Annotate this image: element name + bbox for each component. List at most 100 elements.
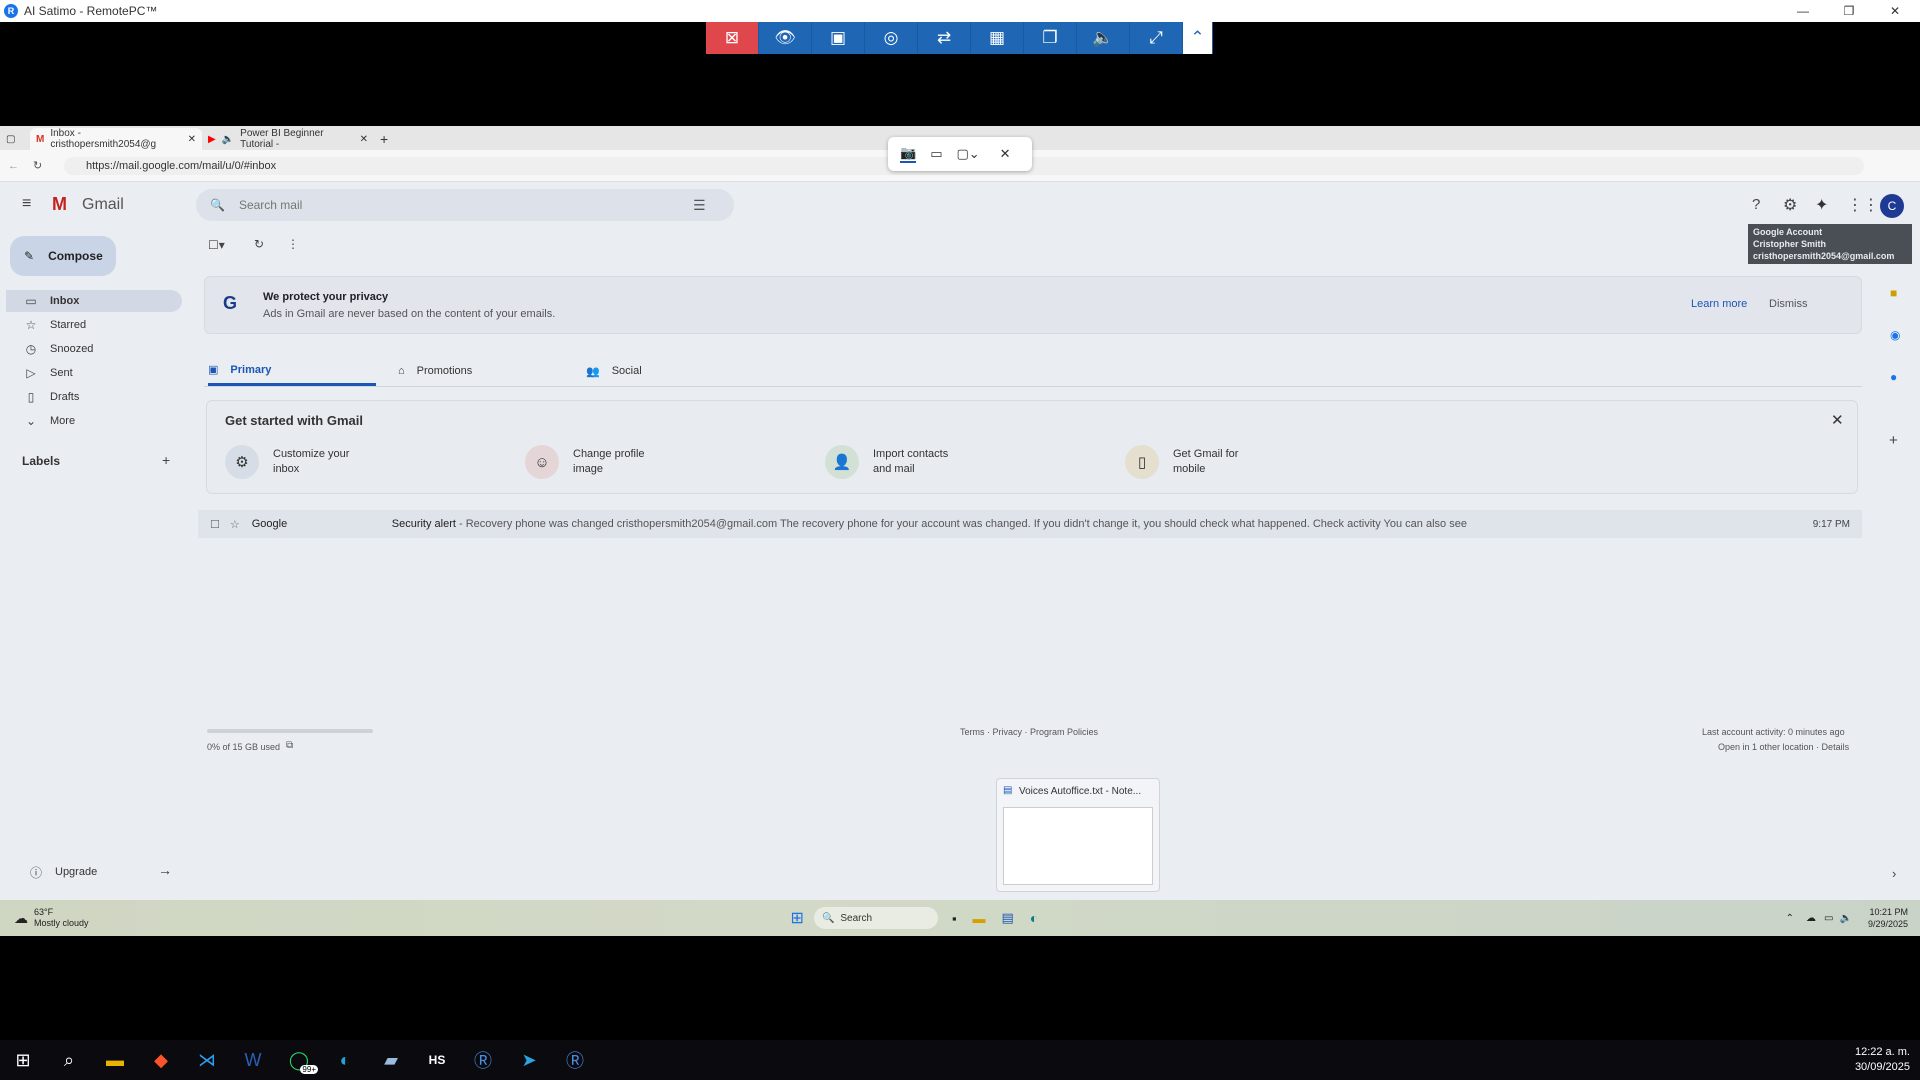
fullscreen-icon[interactable]: ⤢ [1130, 22, 1183, 54]
remotepc-toolbar: ⊠ 👁 ▣ ◎ ⇄ ▦ ❐ 🔈 ⤢ ⌃ [706, 22, 1213, 54]
back-icon[interactable]: ← [8, 160, 19, 172]
telegram-icon[interactable]: ➤ [506, 1040, 552, 1080]
view-icon[interactable]: 👁 [759, 22, 812, 54]
search-icon[interactable]: ⌕ [46, 1040, 92, 1080]
onedrive-icon[interactable]: ☁ [1806, 913, 1816, 924]
sidebar-item-starred[interactable]: ☆ Starred [6, 314, 182, 336]
new-tab-icon[interactable]: + [374, 128, 394, 150]
network-icon[interactable]: ▭ [1824, 913, 1833, 924]
expand-panel-icon[interactable]: › [1892, 866, 1896, 881]
upgrade-link[interactable]: Upgrade [55, 866, 97, 878]
taskbar-search[interactable]: 🔍 Search [813, 907, 938, 929]
mail-sender: Google [251, 518, 288, 530]
task-view-icon[interactable]: ▪ [952, 911, 957, 926]
more-options-icon[interactable]: ⋮ [287, 237, 299, 251]
sidebar-item-more[interactable]: ⌄ More [6, 410, 182, 432]
get-gmail-mobile-item[interactable]: ▯ Get Gmail for mobile [1125, 445, 1238, 479]
apps-icon[interactable]: ▦ [971, 22, 1024, 54]
row-checkbox[interactable]: ☐ [210, 518, 220, 531]
menu-icon[interactable]: ≡ [22, 195, 31, 213]
gemini-icon[interactable]: ✦ [1815, 195, 1828, 215]
tab-youtube[interactable]: ▶ 🔈 Power BI Beginner Tutorial - ✕ [202, 128, 374, 150]
compose-button[interactable]: ✎ Compose [10, 236, 116, 276]
help-icon[interactable]: ? [1752, 196, 1760, 213]
file-explorer-icon[interactable]: ▬ [92, 1040, 138, 1080]
disconnect-icon[interactable]: ⊠ [706, 22, 759, 54]
file-explorer-icon[interactable]: ▬ [973, 911, 986, 926]
arrow-right-icon[interactable]: → [158, 862, 172, 878]
customize-inbox-item[interactable]: ⚙ Customize your inbox [225, 445, 349, 479]
contacts-icon[interactable]: ● [1890, 370, 1897, 384]
select-checkbox[interactable]: ☐▾ [208, 238, 225, 252]
sidebar-toggle-icon[interactable]: ▢ [0, 128, 30, 150]
camera-icon[interactable]: 📷 [900, 145, 917, 163]
external-link-icon[interactable]: ⧉ [286, 740, 293, 751]
sidebar-item-snoozed[interactable]: ◷ Snoozed [6, 338, 182, 360]
vscode-icon[interactable]: ⋊ [184, 1040, 230, 1080]
word-icon[interactable]: W [230, 1040, 276, 1080]
add-app-icon[interactable]: + [1889, 432, 1898, 449]
brave-icon[interactable]: ◆ [138, 1040, 184, 1080]
close-tab-icon[interactable]: ✕ [360, 134, 368, 145]
sidebar-item-inbox[interactable]: ▭ Inbox [6, 290, 182, 312]
collapse-icon[interactable]: ⌃ [1183, 22, 1213, 54]
keep-icon[interactable]: ■ [1890, 286, 1897, 300]
tray-chevron-icon[interactable]: ⌃ [1786, 913, 1794, 924]
hubstaff-icon[interactable]: HS [414, 1040, 460, 1080]
volume-icon[interactable]: 🔈 [1840, 913, 1852, 924]
learn-more-link[interactable]: Learn more [1691, 298, 1747, 310]
close-snip-button[interactable]: ✕ [1000, 146, 1011, 162]
sidebar-item-drafts[interactable]: ▯ Drafts [6, 386, 182, 408]
toolbox-icon[interactable]: ▣ [812, 22, 865, 54]
close-tab-icon[interactable]: ✕ [188, 134, 196, 145]
star-icon[interactable]: ☆ [230, 518, 240, 531]
remotepc-viewer-icon[interactable]: Ⓡ [552, 1040, 598, 1080]
filter-icon[interactable]: ☰ [693, 197, 706, 214]
upgrade-icon: ⓘ [30, 866, 43, 880]
footer-links[interactable]: Terms · Privacy · Program Policies [960, 727, 1098, 737]
other-location[interactable]: Open in 1 other location · Details [1718, 742, 1849, 752]
taskbar-preview[interactable]: ▤ Voices Autoffice.txt - Note... [996, 778, 1160, 892]
dismiss-button[interactable]: Dismiss [1769, 298, 1808, 310]
transfer-icon[interactable]: ⇄ [918, 22, 971, 54]
gmail-logo-icon: M [52, 194, 67, 214]
video-icon[interactable]: ▭ [930, 146, 942, 162]
close-button[interactable]: ✕ [1872, 0, 1918, 22]
mail-time: 9:17 PM [1812, 518, 1850, 530]
sidebar-item-sent[interactable]: ▷ Sent [6, 362, 182, 384]
audio-icon[interactable]: 🔈 [1077, 22, 1130, 54]
restore-button[interactable]: ❐ [1826, 0, 1872, 22]
tab-primary[interactable]: ▣ Primary [208, 356, 376, 386]
remotepc-icon[interactable]: Ⓡ [460, 1040, 506, 1080]
minimize-button[interactable]: — [1780, 0, 1826, 22]
phone-icon: ▯ [1125, 445, 1159, 479]
add-label-icon[interactable]: + [162, 452, 170, 468]
search-box[interactable]: 🔍 ☰ [196, 189, 734, 221]
edge-icon[interactable]: ◐ [322, 1040, 368, 1080]
windows-start-icon[interactable]: ⊞ [0, 1040, 46, 1080]
notepad-icon: ▤ [1003, 785, 1013, 796]
performance-icon[interactable]: ◎ [865, 22, 918, 54]
gear-icon[interactable]: ⚙ [1783, 195, 1797, 215]
windows-start-icon[interactable]: ⊞ [791, 908, 804, 928]
import-contacts-item[interactable]: 👤 Import contacts and mail [825, 445, 948, 479]
tab-gmail[interactable]: M Inbox - cristhopersmith2054@g ✕ [30, 128, 202, 150]
screens-icon[interactable]: ❐ [1024, 22, 1077, 54]
notepad-app-icon[interactable]: ▤ [1002, 910, 1014, 926]
close-card-icon[interactable]: ✕ [1831, 411, 1844, 429]
edge-icon[interactable]: ◐ [1030, 910, 1038, 926]
refresh-icon[interactable]: ↻ [254, 237, 264, 251]
notes-icon[interactable]: ▰ [368, 1040, 414, 1080]
apps-grid-icon[interactable]: ⋮⋮ [1847, 195, 1879, 215]
reload-icon[interactable]: ↻ [33, 159, 42, 172]
whatsapp-icon[interactable]: ◯ 99+ [276, 1040, 322, 1080]
tab-promotions[interactable]: ⌂ Promotions [398, 356, 472, 386]
tab-social[interactable]: 👥 Social [586, 356, 642, 386]
tasks-icon[interactable]: ◉ [1890, 328, 1900, 342]
table-row[interactable]: ☐ ☆ Google Security alert - Recovery pho… [198, 510, 1862, 538]
avatar[interactable]: C [1880, 194, 1904, 218]
change-profile-image-item[interactable]: ☺ Change profile image [525, 445, 645, 479]
privacy-title: We protect your privacy [263, 291, 389, 303]
snip-mode-icon[interactable]: ▢⌄ [956, 146, 979, 162]
search-input[interactable] [238, 198, 679, 212]
